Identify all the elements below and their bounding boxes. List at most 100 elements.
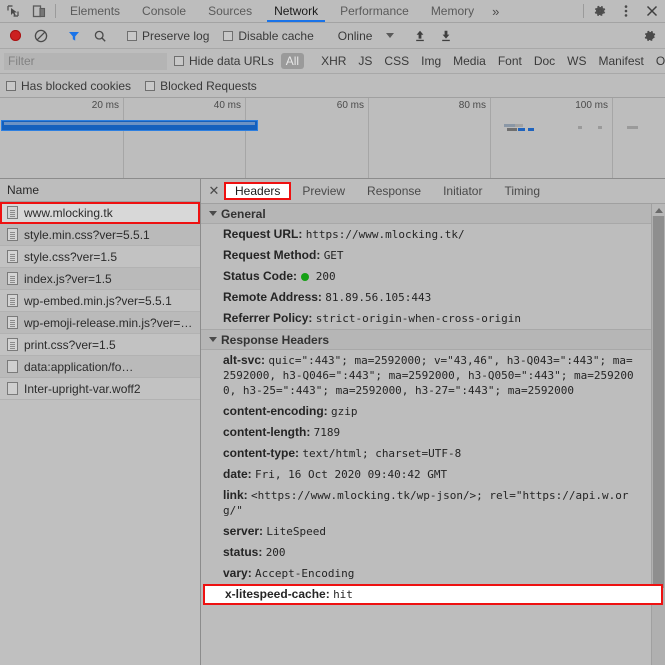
type-filter-font-label: Font: [497, 54, 522, 68]
detail-tab-response-label: Response: [367, 184, 422, 198]
import-har-icon[interactable]: [407, 29, 433, 43]
detail-tab-initiator-label: Initiator: [443, 184, 483, 198]
hide-data-urls-box-icon: [174, 56, 184, 66]
type-filter-manifest[interactable]: Manifest: [594, 53, 649, 69]
scrollbar-thumb[interactable]: [653, 216, 664, 588]
type-filter-all-label: All: [285, 54, 300, 68]
type-filter-xhr[interactable]: XHR: [316, 53, 351, 69]
hide-data-urls-checkbox[interactable]: Hide data URLs: [167, 54, 281, 68]
response-header-row-alt-svc: alt-svc: quic=":443"; ma=2592000; v="43,…: [201, 350, 665, 401]
detail-tab-timing[interactable]: Timing: [493, 182, 551, 200]
request-row-label: wp-emoji-release.min.js?ver=…: [24, 315, 193, 330]
tab-console[interactable]: Console: [131, 0, 197, 22]
general-key-referrer-policy: Referrer Policy:: [223, 311, 313, 325]
tab-performance[interactable]: Performance: [329, 0, 420, 22]
search-icon[interactable]: [87, 29, 113, 43]
response-header-row-content-encoding: content-encoding: gzip: [201, 401, 665, 422]
more-options-icon[interactable]: [613, 0, 639, 22]
scroll-up-arrow-icon[interactable]: [652, 204, 665, 216]
general-row-referrer-policy: Referrer Policy: strict-origin-when-cros…: [201, 308, 665, 329]
preserve-log-box-icon: [127, 30, 137, 41]
overview-tick-label: 80 ms: [458, 100, 486, 111]
general-section-header[interactable]: General: [201, 204, 665, 224]
device-toolbar-icon[interactable]: [26, 0, 52, 22]
chevron-down-icon: [386, 33, 395, 38]
detail-tab-initiator[interactable]: Initiator: [432, 182, 493, 200]
type-filter-img-label: Img: [421, 54, 442, 68]
network-split-view: Name www.mlocking.tk style.min.css?ver=5…: [0, 179, 665, 665]
detail-tab-headers-label: Headers: [235, 184, 281, 198]
document-icon: [7, 272, 18, 285]
response-header-value-alt-svc: quic=":443"; ma=2592000; v="43,46", h3-Q…: [223, 354, 634, 397]
tab-memory[interactable]: Memory: [420, 0, 485, 22]
overview-tick-label: 20 ms: [91, 100, 119, 111]
request-row-inter-upright-var-woff2[interactable]: Inter-upright-var.woff2: [0, 378, 200, 400]
request-list-column-header[interactable]: Name: [0, 179, 200, 202]
type-filter-doc[interactable]: Doc: [529, 53, 560, 69]
type-filter-media[interactable]: Media: [448, 53, 491, 69]
document-icon: [7, 228, 18, 241]
detail-tab-timing-label: Timing: [504, 184, 541, 198]
general-value-status-code: 200: [315, 270, 336, 283]
close-devtools-icon[interactable]: [639, 0, 665, 22]
throttling-select[interactable]: Online: [328, 29, 401, 43]
type-filter-ws[interactable]: WS: [562, 53, 591, 69]
response-headers-section-title: Response Headers: [221, 332, 330, 347]
clear-button[interactable]: [28, 29, 54, 43]
type-filter-js[interactable]: JS: [353, 53, 377, 69]
more-tabs-button[interactable]: »: [485, 0, 506, 22]
type-filter-css[interactable]: CSS: [379, 53, 414, 69]
detail-tab-response[interactable]: Response: [356, 182, 432, 200]
response-header-value-status: 200: [265, 546, 286, 559]
tab-sources[interactable]: Sources: [197, 0, 263, 22]
request-row-index-js[interactable]: index.js?ver=1.5: [0, 268, 200, 290]
type-filter-doc-label: Doc: [533, 54, 556, 68]
has-blocked-cookies-box-icon: [6, 80, 16, 91]
type-filter-font[interactable]: Font: [493, 53, 527, 69]
preserve-log-checkbox[interactable]: Preserve log: [120, 29, 216, 43]
detail-tab-headers[interactable]: Headers: [224, 182, 292, 200]
has-blocked-cookies-label: Has blocked cookies: [21, 78, 132, 93]
overview-request-speck: [598, 126, 602, 129]
type-filter-other[interactable]: Other: [651, 53, 665, 69]
response-header-row-status: status: 200: [201, 542, 665, 563]
request-row-wp-emoji-release-min-js[interactable]: wp-emoji-release.min.js?ver=…: [0, 312, 200, 334]
overview-request-speck: [578, 126, 582, 129]
request-row-style-min-css[interactable]: style.min.css?ver=5.5.1: [0, 224, 200, 246]
request-row-print-css[interactable]: print.css?ver=1.5: [0, 334, 200, 356]
settings-gear-icon[interactable]: [587, 0, 613, 22]
type-filter-all[interactable]: All: [280, 53, 305, 69]
request-row-label: style.css?ver=1.5: [24, 249, 118, 264]
request-row-www-mlocking-tk[interactable]: www.mlocking.tk: [0, 202, 200, 224]
response-header-key-date: date:: [223, 467, 252, 481]
record-button[interactable]: [2, 30, 28, 41]
export-har-icon[interactable]: [433, 29, 459, 43]
network-overview-timeline[interactable]: 20 ms 40 ms 60 ms 80 ms 100 ms: [0, 98, 665, 179]
has-blocked-cookies-checkbox[interactable]: Has blocked cookies: [6, 79, 138, 93]
tab-memory-label: Memory: [430, 4, 475, 18]
type-filter-other-label: Other: [655, 54, 665, 68]
overview-main-request-bar[interactable]: [1, 120, 258, 131]
inspect-element-icon[interactable]: [0, 0, 26, 22]
headers-panel: General Request URL: https://www.mlockin…: [201, 204, 665, 665]
response-header-value-date: Fri, 16 Oct 2020 09:40:42 GMT: [255, 468, 448, 481]
close-detail-icon[interactable]: ✕: [204, 183, 224, 199]
request-row-data-application-font[interactable]: data:application/fo…: [0, 356, 200, 378]
filter-funnel-icon[interactable]: [61, 29, 87, 43]
tab-elements[interactable]: Elements: [59, 0, 131, 22]
document-icon: [7, 206, 18, 219]
document-icon: [7, 316, 18, 329]
disable-cache-checkbox[interactable]: Disable cache: [216, 29, 320, 43]
network-settings-icon[interactable]: [637, 29, 663, 43]
tab-network[interactable]: Network: [263, 0, 329, 22]
request-row-style-css[interactable]: style.css?ver=1.5: [0, 246, 200, 268]
filter-input[interactable]: [4, 52, 167, 70]
type-filter-img[interactable]: Img: [416, 53, 446, 69]
request-row-wp-embed-min-js[interactable]: wp-embed.min.js?ver=5.5.1: [0, 290, 200, 312]
request-list: www.mlocking.tk style.min.css?ver=5.5.1 …: [0, 202, 200, 665]
detail-tab-preview[interactable]: Preview: [291, 182, 356, 200]
blocked-requests-checkbox[interactable]: Blocked Requests: [138, 79, 264, 93]
response-headers-section-header[interactable]: Response Headers: [201, 329, 665, 350]
response-header-key-content-encoding: content-encoding:: [223, 404, 328, 418]
overview-bar-highlight: [4, 122, 255, 125]
